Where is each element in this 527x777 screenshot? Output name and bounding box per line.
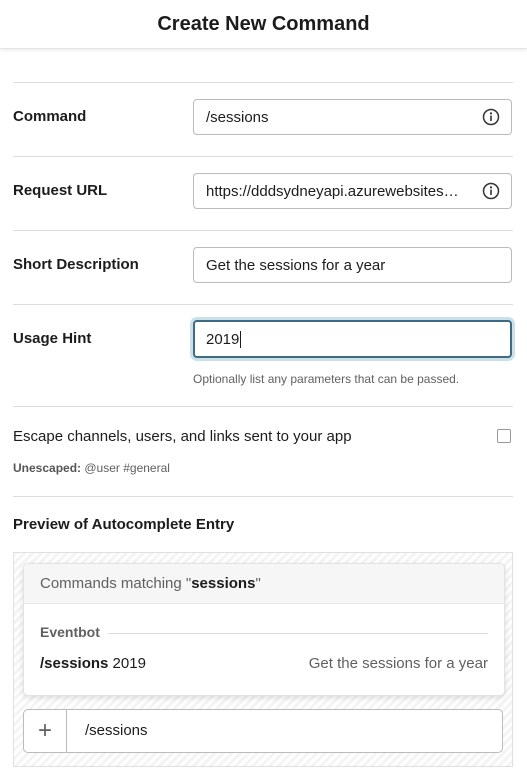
divider	[13, 496, 513, 497]
usage-hint-input[interactable]: 2019	[193, 320, 512, 358]
autocomplete-card: Commands matching " sessions " Eventbot /s…	[23, 563, 505, 696]
autocomplete-header-suffix: "	[255, 575, 261, 592]
unescaped-label: Unescaped:	[13, 461, 82, 475]
message-composer[interactable]: + /sessions	[23, 709, 503, 753]
autocomplete-command-description: Get the sessions for a year	[308, 655, 488, 672]
divider	[13, 406, 513, 407]
short-description-input[interactable]: Get the sessions for a year	[193, 247, 512, 283]
preview-title: Preview of Autocomplete Entry	[13, 516, 235, 533]
request-url-label: Request URL	[13, 182, 108, 199]
info-icon[interactable]	[482, 182, 500, 200]
autocomplete-command-name: /sessions	[40, 655, 109, 672]
unescaped-value: @user #general	[84, 461, 170, 475]
plus-icon[interactable]: +	[24, 710, 67, 752]
unescaped-example: Unescaped: @user #general	[13, 461, 170, 475]
autocomplete-header: Commands matching " sessions "	[24, 564, 504, 604]
command-value: /sessions	[206, 108, 269, 126]
short-description-value: Get the sessions for a year	[206, 256, 386, 274]
info-icon[interactable]	[482, 108, 500, 126]
autocomplete-app-divider	[108, 633, 488, 634]
command-label: Command	[13, 108, 87, 125]
usage-hint-help: Optionally list any parameters that can …	[193, 372, 460, 386]
request-url-value: https://dddsydneyapi.azurewebsites…	[206, 182, 459, 200]
composer-text: /sessions	[85, 722, 148, 739]
divider	[13, 304, 513, 305]
usage-hint-value: 2019	[206, 330, 240, 348]
request-url-input[interactable]: https://dddsydneyapi.azurewebsites…	[193, 173, 512, 209]
page-header: Create New Command	[0, 0, 527, 49]
usage-hint-label: Usage Hint	[13, 330, 92, 347]
divider	[13, 230, 513, 231]
autocomplete-command-hint: 2019	[112, 655, 146, 672]
text-caret	[240, 330, 242, 348]
escape-label: Escape channels, users, and links sent t…	[13, 428, 352, 445]
autocomplete-command[interactable]: /sessions 2019	[40, 655, 146, 672]
divider	[13, 156, 513, 157]
page-title: Create New Command	[157, 12, 370, 35]
divider	[13, 82, 513, 83]
escape-checkbox[interactable]	[497, 429, 511, 443]
command-input[interactable]: /sessions	[193, 99, 512, 135]
autocomplete-app-name: Eventbot	[40, 624, 100, 640]
autocomplete-header-prefix: Commands matching "	[40, 575, 192, 592]
autocomplete-header-term: sessions	[191, 575, 256, 592]
short-description-label: Short Description	[13, 256, 139, 273]
